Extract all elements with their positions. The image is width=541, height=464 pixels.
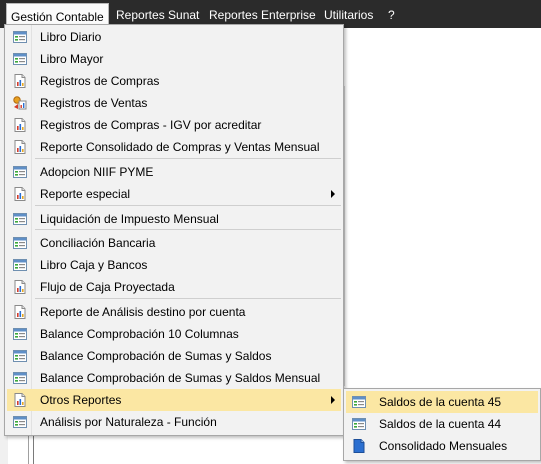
- blue-document-icon: [351, 438, 367, 454]
- menu-item-balance-comprobacion-de-sumas-y-saldos[interactable]: Balance Comprobación de Sumas y Saldos: [7, 345, 341, 367]
- submenu-arrow-icon: [331, 190, 335, 198]
- menu-item-label: Conciliación Bancaria: [40, 236, 156, 250]
- menu-item-label: Reporte especial: [40, 187, 131, 201]
- report-chart-icon: [12, 139, 28, 155]
- spreadsheet-icon: [12, 235, 28, 251]
- menu-item-liquidacion-de-impuesto-mensual[interactable]: Liquidación de Impuesto Mensual: [7, 208, 341, 230]
- menu-item-balance-comprobacion-10-columnas[interactable]: Balance Comprobación 10 Columnas: [7, 323, 341, 345]
- menu-item-label: Registros de Ventas: [40, 96, 148, 110]
- spreadsheet-icon: [12, 370, 28, 386]
- spreadsheet-icon: [12, 29, 28, 45]
- spreadsheet-icon: [351, 394, 367, 410]
- submenu-item-label: Saldos de la cuenta 44: [379, 417, 502, 431]
- menu-separator: [35, 298, 341, 299]
- menu-item-reporte-consolidado-de-compras-y-ventas-mensual[interactable]: Reporte Consolidado de Compras y Ventas …: [7, 136, 341, 158]
- otros-reportes-submenu: Saldos de la cuenta 45 Saldos de la cuent…: [343, 388, 541, 461]
- menu-item-label: Libro Mayor: [40, 52, 104, 66]
- menu-item-label: Otros Reportes: [40, 393, 122, 407]
- menu-separator: [35, 158, 341, 159]
- menu-item-label: Libro Diario: [40, 30, 102, 44]
- submenu-item-label: Consolidado Mensuales: [379, 439, 508, 453]
- submenu-item-label: Saldos de la cuenta 45: [379, 395, 502, 409]
- menu-item-label: Balance Comprobación de Sumas y Saldos: [40, 349, 272, 363]
- report-chart-icon: [12, 279, 28, 295]
- menu-item-reporte-de-analisis-destino-por-cuenta[interactable]: Reporte de Análisis destino por cuenta: [7, 301, 341, 323]
- gestion-contable-dropdown: Libro Diario Libro Mayor Registros de Comp…: [4, 24, 344, 436]
- menu-item-libro-mayor[interactable]: Libro Mayor: [7, 48, 341, 70]
- menu-item-label: Flujo de Caja Proyectada: [40, 280, 175, 294]
- menu-item-otros-reportes[interactable]: Otros Reportes: [7, 389, 341, 411]
- menu-item-analisis-por-naturaleza-funcion[interactable]: Análisis por Naturaleza - Función: [7, 411, 341, 433]
- report-chart-icon: [12, 392, 28, 408]
- report-chart-icon: [12, 73, 28, 89]
- spreadsheet-icon: [12, 164, 28, 180]
- background-panel-border: [344, 86, 345, 386]
- submenu-item-consolidado-mensuales[interactable]: Consolidado Mensuales: [346, 435, 538, 457]
- menu-item-reporte-especial[interactable]: Reporte especial: [7, 183, 341, 205]
- menu-item-label: Registros de Compras: [40, 74, 160, 88]
- menu-item-label: Análisis por Naturaleza - Función: [40, 415, 217, 429]
- report-chart-icon: [12, 117, 28, 133]
- spreadsheet-icon: [12, 257, 28, 273]
- menu-item-balance-comprobacion-de-sumas-y-saldos-mensual[interactable]: Balance Comprobación de Sumas y Saldos M…: [7, 367, 341, 389]
- report-chart-icon: [12, 186, 28, 202]
- spreadsheet-icon: [12, 211, 28, 227]
- menu-help[interactable]: ?: [388, 0, 395, 28]
- menu-item-label: Reporte de Análisis destino por cuenta: [40, 305, 246, 319]
- spreadsheet-icon: [351, 416, 367, 432]
- sales-register-icon: [12, 95, 28, 111]
- menu-item-flujo-de-caja-proyectada[interactable]: Flujo de Caja Proyectada: [7, 276, 341, 298]
- spreadsheet-icon: [12, 51, 28, 67]
- menu-item-label: Reporte Consolidado de Compras y Ventas …: [40, 140, 320, 154]
- submenu-item-saldos-de-la-cuenta-44[interactable]: Saldos de la cuenta 44: [346, 413, 538, 435]
- submenu-item-saldos-de-la-cuenta-45[interactable]: Saldos de la cuenta 45: [346, 391, 538, 413]
- menu-item-registros-de-ventas[interactable]: Registros de Ventas: [7, 92, 341, 114]
- menu-item-label: Liquidación de Impuesto Mensual: [40, 212, 219, 226]
- menu-separator: [35, 205, 341, 206]
- menu-item-label: Balance Comprobación 10 Columnas: [40, 327, 239, 341]
- spreadsheet-icon: [12, 414, 28, 430]
- menu-item-label: Libro Caja y Bancos: [40, 258, 148, 272]
- menu-item-conciliacion-bancaria[interactable]: Conciliación Bancaria: [7, 232, 341, 254]
- menu-item-libro-caja-y-bancos[interactable]: Libro Caja y Bancos: [7, 254, 341, 276]
- submenu-arrow-icon: [331, 396, 335, 404]
- menu-item-label: Adopcion NIIF PYME: [40, 165, 154, 179]
- menu-item-adopcion-niif-pyme[interactable]: Adopcion NIIF PYME: [7, 161, 341, 183]
- menu-item-registros-de-compras[interactable]: Registros de Compras: [7, 70, 341, 92]
- spreadsheet-icon: [12, 348, 28, 364]
- menu-item-libro-diario[interactable]: Libro Diario: [7, 26, 341, 48]
- menu-item-label: Balance Comprobación de Sumas y Saldos M…: [40, 371, 321, 385]
- report-chart-icon: [12, 304, 28, 320]
- menu-item-registros-de-compras-igv-por-acreditar[interactable]: Registros de Compras - IGV por acreditar: [7, 114, 341, 136]
- menu-item-label: Registros de Compras - IGV por acreditar: [40, 118, 262, 132]
- spreadsheet-icon: [12, 326, 28, 342]
